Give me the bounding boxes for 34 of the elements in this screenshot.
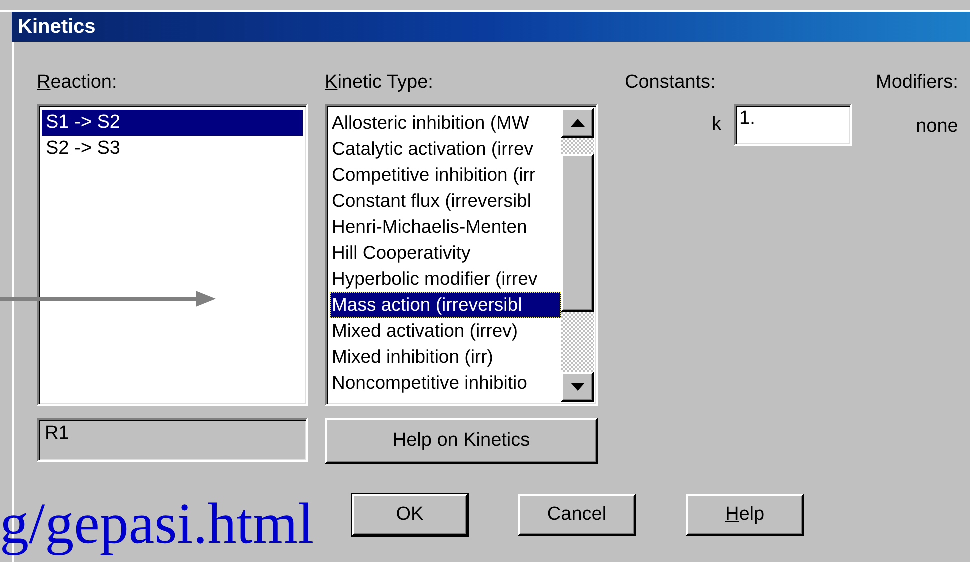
help-on-kinetics-button[interactable]: Help on Kinetics (325, 418, 598, 464)
modifiers-label: Modifiers: (876, 72, 958, 94)
kinetic-type-item[interactable]: Mixed activation (irrev) (330, 318, 562, 344)
kinetic-type-item[interactable]: Hill Cooperativity (330, 240, 562, 266)
kinetic-type-item[interactable]: Mixed inhibition (irr) (330, 344, 562, 370)
kinetic-type-label: Kinetic Type: (325, 72, 434, 94)
modifiers-value: none (916, 116, 958, 138)
window-title: Kinetics (17, 16, 96, 38)
reaction-list[interactable]: S1 -> S2 S2 -> S3 (37, 104, 308, 406)
up-arrow-icon (570, 119, 585, 127)
reaction-item[interactable]: S1 -> S2 (42, 110, 303, 136)
dialog-button[interactable]: Help (686, 494, 804, 536)
kinetic-type-item[interactable]: Noncompetitive inhibitio (330, 370, 562, 396)
dialog-button[interactable]: OK (352, 494, 468, 536)
scrollbar[interactable] (561, 108, 594, 402)
kinetic-type-item[interactable]: Henri-Michaelis-Menten (330, 214, 562, 240)
kinetic-type-list[interactable] (325, 104, 598, 406)
kinetic-type-item[interactable]: Catalytic activation (irrev (330, 136, 562, 162)
scroll-down-button[interactable] (561, 372, 594, 402)
kinetic-type-item[interactable]: Hyperbolic modifier (irrev (330, 266, 562, 292)
down-arrow-icon (570, 383, 585, 391)
kinetic-type-item[interactable]: Constant flux (irreversibl (330, 188, 562, 214)
reaction-item[interactable]: S2 -> S3 (42, 136, 303, 162)
kinetic-type-item[interactable]: Allosteric inhibition (MW (330, 110, 562, 136)
constant-name: k (712, 114, 722, 136)
constant-field[interactable]: 1. (734, 104, 852, 146)
constants-label: Constants: (625, 72, 717, 94)
scroll-up-button[interactable] (561, 108, 594, 138)
scroll-thumb[interactable] (561, 154, 594, 312)
url-text: g/gepasi.html (0, 490, 314, 558)
kinetic-type-item[interactable]: Mass action (irreversibl (330, 292, 562, 318)
kinetic-type-item[interactable]: Competitive inhibition (irr (330, 162, 562, 188)
dialog-button[interactable]: Cancel (518, 494, 636, 536)
reaction-label: Reaction: (37, 72, 118, 94)
